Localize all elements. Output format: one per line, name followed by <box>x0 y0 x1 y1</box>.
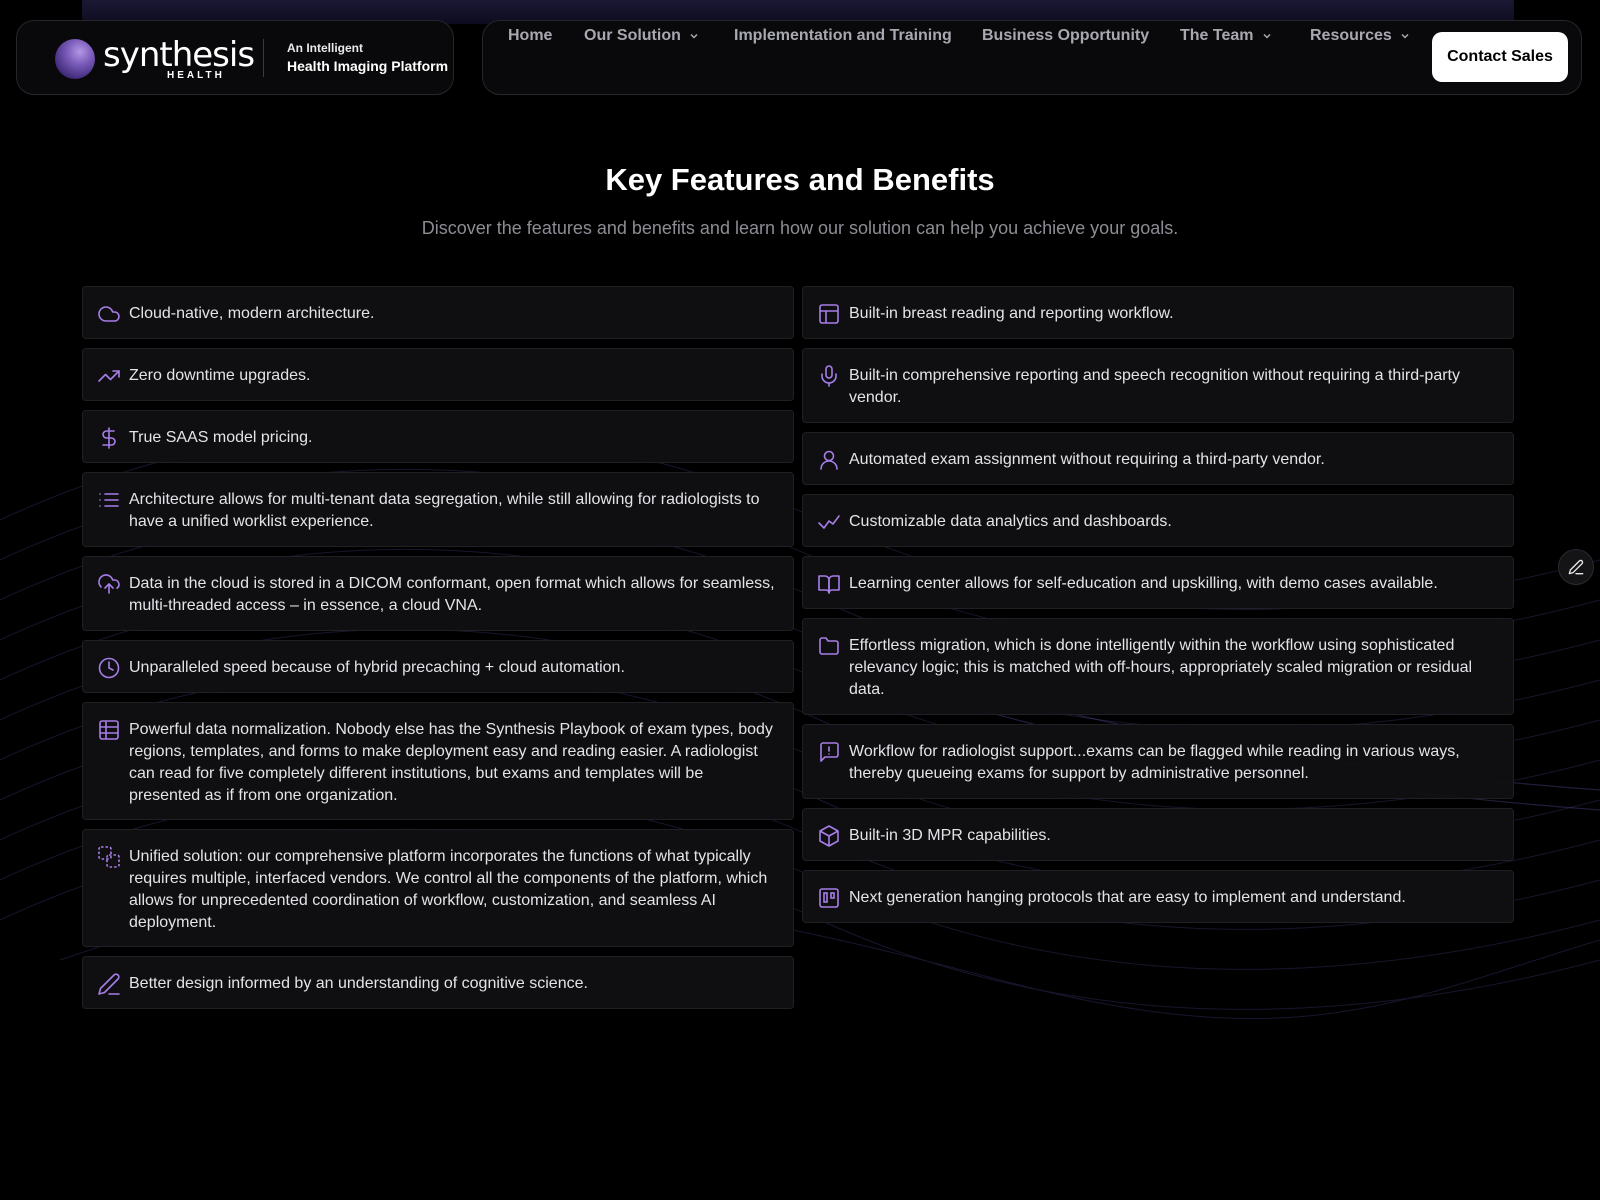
feature-text: Workflow for radiologist support...exams… <box>849 743 1460 782</box>
chevron-down-icon <box>690 33 698 39</box>
brand-sub: HEALTH <box>167 70 225 81</box>
feature-text: Next generation hanging protocols that a… <box>849 889 1406 906</box>
feature-text: Customizable data analytics and dashboar… <box>849 513 1172 530</box>
feature-text: Built-in breast reading and reporting wo… <box>849 305 1174 322</box>
feature-card-normalization: Powerful data normalization. Nobody else… <box>82 702 794 820</box>
message-alert-icon <box>817 740 841 764</box>
nav-home[interactable]: Home <box>508 27 552 45</box>
cloud-upload-icon <box>97 572 121 596</box>
feature-text: Effortless migration, which is done inte… <box>849 637 1473 698</box>
feature-card-zero-downtime: Zero downtime upgrades. <box>82 348 794 401</box>
box-icon <box>817 824 841 848</box>
clock-icon <box>97 656 121 680</box>
feature-card-breast-reading: Built-in breast reading and reporting wo… <box>802 286 1514 339</box>
feature-card-speed: Unparalleled speed because of hybrid pre… <box>82 640 794 693</box>
feature-text: Built-in 3D MPR capabilities. <box>849 827 1051 844</box>
brand-tagline-line2: Health Imaging Platform <box>287 58 449 74</box>
trending-up-icon <box>97 364 121 388</box>
feature-card-design: Better design informed by an understandi… <box>82 956 794 1009</box>
nav-label: Implementation and Training <box>734 27 952 44</box>
feature-card-analytics: Customizable data analytics and dashboar… <box>802 494 1514 547</box>
feature-card-3d-mpr: Built-in 3D MPR capabilities. <box>802 808 1514 861</box>
table-icon <box>97 718 121 742</box>
chevron-down-icon <box>1401 33 1409 39</box>
nav-label: Business Opportunity <box>982 27 1150 44</box>
book-icon <box>817 572 841 596</box>
folder-icon <box>817 634 841 658</box>
brand-name: synthesis <box>103 35 255 75</box>
feature-card-dicom: Data in the cloud is stored in a DICOM c… <box>82 556 794 631</box>
section-title: Key Features and Benefits <box>605 162 995 197</box>
nav-label: Our Solution <box>584 27 681 44</box>
pencil-icon <box>97 972 121 996</box>
feature-card-migration: Effortless migration, which is done inte… <box>802 618 1514 715</box>
section-subtitle: Discover the features and benefits and l… <box>421 218 1179 238</box>
nav-the-team[interactable]: The Team <box>1180 27 1272 45</box>
feature-text: Zero downtime upgrades. <box>129 367 311 384</box>
list-icon <box>97 488 121 512</box>
feature-card-exam-assignment: Automated exam assignment without requir… <box>802 432 1514 485</box>
brand-logo-box[interactable]: synthesis HEALTH An Intelligent Health I… <box>16 20 454 95</box>
feature-text: True SAAS model pricing. <box>129 429 313 446</box>
feature-card-saas-pricing: True SAAS model pricing. <box>82 410 794 463</box>
feature-text: Powerful data normalization. Nobody else… <box>129 721 773 804</box>
feature-text: Architecture allows for multi-tenant dat… <box>129 491 760 530</box>
brand-orb-icon <box>55 39 95 79</box>
brand-tagline-line1: An Intelligent <box>287 41 363 55</box>
feature-card-speech-recognition: Built-in comprehensive reporting and spe… <box>802 348 1514 423</box>
layout-icon <box>817 302 841 326</box>
nav-business-opportunity[interactable]: Business Opportunity <box>982 27 1149 45</box>
nav-label: Resources <box>1310 27 1392 44</box>
check-chart-icon <box>817 510 841 534</box>
feature-card-unified-solution: Unified solution: our comprehensive plat… <box>82 829 794 947</box>
feature-card-learning-center: Learning center allows for self-educatio… <box>802 556 1514 609</box>
combine-icon <box>97 845 121 869</box>
feature-text: Automated exam assignment without requir… <box>849 451 1325 468</box>
nav-label: The Team <box>1180 27 1254 44</box>
feature-text: Built-in comprehensive reporting and spe… <box>849 367 1460 406</box>
contact-sales-button[interactable]: Contact Sales <box>1432 32 1568 82</box>
feature-text: Data in the cloud is stored in a DICOM c… <box>129 575 775 614</box>
cloud-icon <box>97 302 121 326</box>
feature-text: Learning center allows for self-educatio… <box>849 575 1438 592</box>
feature-text: Unified solution: our comprehensive plat… <box>129 848 768 931</box>
edit-button[interactable] <box>1558 549 1594 585</box>
feature-text: Unparalleled speed because of hybrid pre… <box>129 659 625 676</box>
edit-pencil-icon <box>1568 559 1584 575</box>
nav-label: Home <box>508 27 553 44</box>
chevron-down-icon <box>1262 33 1271 39</box>
dollar-icon <box>97 426 121 450</box>
nav-our-solution[interactable]: Our Solution <box>584 27 699 45</box>
kanban-icon <box>817 886 841 910</box>
feature-card-cloud-native: Cloud-native, modern architecture. <box>82 286 794 339</box>
feature-card-radiologist-support: Workflow for radiologist support...exams… <box>802 724 1514 799</box>
feature-card-multi-tenant: Architecture allows for multi-tenant dat… <box>82 472 794 547</box>
brand-divider <box>263 39 264 77</box>
nav-resources[interactable]: Resources <box>1310 27 1410 45</box>
microphone-icon <box>817 364 841 388</box>
feature-text: Better design informed by an understandi… <box>129 975 588 992</box>
feature-text: Cloud-native, modern architecture. <box>129 305 375 322</box>
page: synthesis HEALTH An Intelligent Health I… <box>0 0 1600 1200</box>
user-icon <box>817 448 841 472</box>
nav-implementation-training[interactable]: Implementation and Training <box>734 27 952 45</box>
feature-card-hanging-protocols: Next generation hanging protocols that a… <box>802 870 1514 923</box>
